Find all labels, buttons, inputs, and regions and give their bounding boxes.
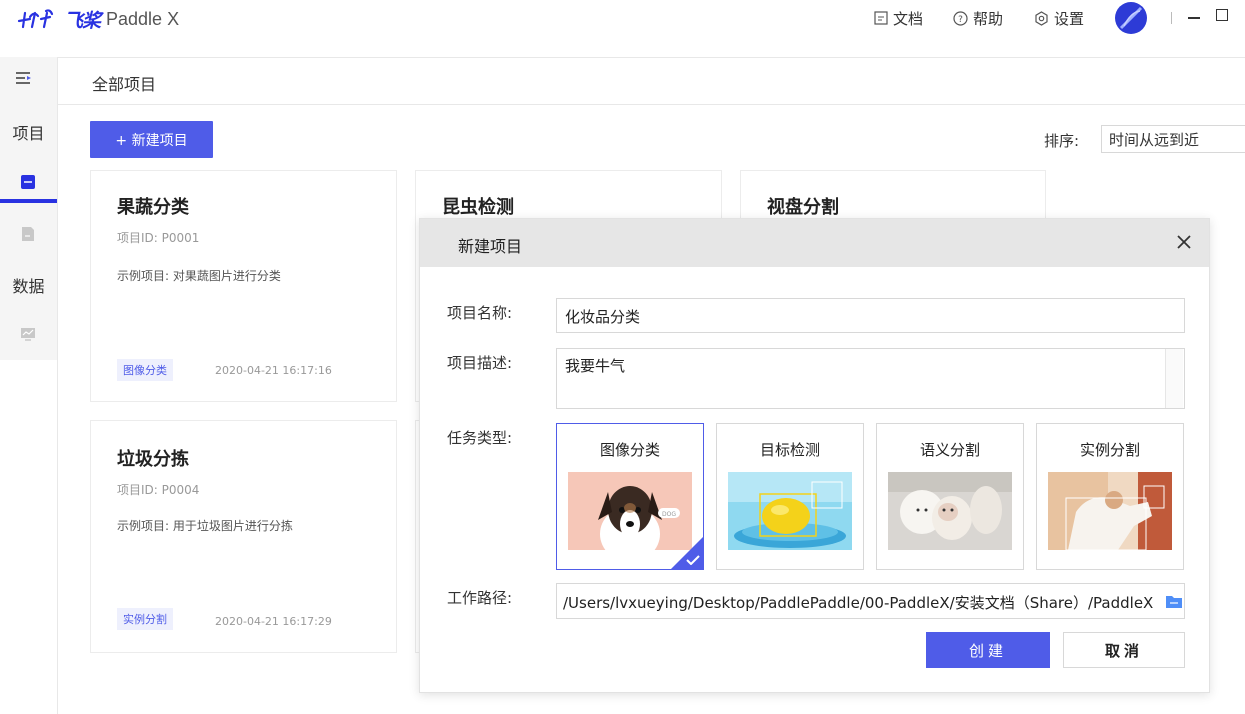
- new-project-button[interactable]: + 新建项目: [90, 121, 213, 158]
- card-title: 视盘分割: [767, 197, 839, 218]
- close-icon[interactable]: [1173, 231, 1195, 253]
- work-path-input[interactable]: /Users/lvxueying/Desktop/PaddlePaddle/00…: [556, 583, 1185, 619]
- lemon-image-icon: [728, 472, 852, 550]
- card-project-id: 项目ID: P0001: [117, 231, 200, 245]
- settings-link[interactable]: 设置: [1034, 8, 1084, 28]
- sidebar-toggle-icon[interactable]: [14, 70, 34, 88]
- docs-link[interactable]: 文档: [874, 8, 923, 28]
- svg-text:DOG: DOG: [662, 511, 676, 518]
- card-title: 垃圾分拣: [117, 449, 189, 470]
- card-task-tag: 实例分割: [117, 608, 173, 630]
- task-option-label: 图像分类: [599, 441, 660, 459]
- person-image-icon: [1048, 472, 1172, 550]
- sidebar: [0, 57, 57, 360]
- title-divider: [58, 104, 1245, 105]
- work-path-label: 工作路径:: [447, 589, 513, 607]
- card-description: 示例项目: 对果蔬图片进行分类: [117, 269, 281, 283]
- project-card[interactable]: 果蔬分类 项目ID: P0001 示例项目: 对果蔬图片进行分类 图像分类 20…: [90, 170, 397, 402]
- task-option-object-detection[interactable]: 目标检测: [716, 423, 864, 570]
- logo-text-en: Paddle X: [106, 8, 180, 29]
- check-icon: [686, 555, 700, 565]
- task-option-label: 语义分割: [919, 441, 980, 459]
- task-option-semantic-segmentation[interactable]: 语义分割: [876, 423, 1024, 570]
- task-type-label: 任务类型:: [447, 429, 513, 447]
- sidebar-divider: [57, 57, 58, 714]
- minimize-window-icon[interactable]: [1188, 17, 1200, 19]
- paddle-logo-icon: [17, 9, 54, 29]
- card-task-tag: 图像分类: [117, 359, 173, 381]
- dialog-header: 新建项目: [420, 219, 1209, 267]
- logo-text-cn: 飞桨: [64, 9, 101, 32]
- sidebar-section-data: 数据: [12, 277, 45, 296]
- project-description-label: 项目描述:: [447, 354, 513, 372]
- card-title: 昆虫检测: [442, 197, 514, 218]
- window-controls-divider: [1171, 12, 1172, 24]
- settings-gear-icon: [1035, 10, 1048, 26]
- card-date: 2020-04-21 16:17:16: [215, 364, 332, 377]
- card-date: 2020-04-21 16:17:29: [215, 615, 332, 628]
- project-name-input[interactable]: 化妆品分类: [556, 298, 1185, 333]
- header-divider: [58, 57, 1245, 58]
- avatar-image-icon: [1119, 6, 1143, 30]
- sidebar-section-projects: 项目: [12, 124, 45, 143]
- project-folder-icon[interactable]: [20, 174, 36, 190]
- create-button[interactable]: 创建: [926, 632, 1050, 668]
- new-project-dialog: 新建项目 项目名称: 化妆品分类 项目描述: 我要牛气 任务类型: 图像分类 D…: [419, 218, 1210, 693]
- app-logo: 飞桨 Paddle X: [16, 5, 179, 33]
- task-option-label: 实例分割: [1079, 441, 1140, 459]
- puppies-image-icon: [888, 472, 1012, 550]
- page-title: 全部项目: [92, 75, 157, 94]
- document-icon: [874, 11, 888, 25]
- project-description-textarea[interactable]: 我要牛气: [556, 348, 1185, 409]
- cancel-button[interactable]: 取消: [1063, 632, 1185, 668]
- card-project-id: 项目ID: P0004: [117, 483, 200, 497]
- maximize-window-icon[interactable]: [1216, 9, 1228, 21]
- description-scrollbar[interactable]: [1165, 349, 1183, 408]
- help-label: 帮助: [973, 9, 1004, 28]
- data-monitor-icon[interactable]: [20, 326, 36, 342]
- settings-label: 设置: [1054, 9, 1085, 28]
- title-bar: 飞桨 Paddle X 文档 ? 帮助 设置: [0, 0, 1245, 36]
- task-option-label: 目标检测: [759, 441, 820, 459]
- folder-icon[interactable]: [1165, 593, 1183, 609]
- help-link[interactable]: ? 帮助: [953, 8, 1003, 28]
- project-file-icon[interactable]: [20, 226, 36, 242]
- svg-text:?: ?: [958, 15, 963, 25]
- docs-label: 文档: [893, 9, 924, 28]
- sidebar-active-indicator: [0, 199, 57, 203]
- sort-label: 排序:: [1044, 132, 1080, 150]
- dialog-title: 新建项目: [458, 237, 523, 256]
- sort-select[interactable]: 时间从远到近: [1101, 125, 1245, 153]
- project-card[interactable]: 垃圾分拣 项目ID: P0004 示例项目: 用于垃圾图片进行分拣 实例分割 2…: [90, 420, 397, 653]
- card-description: 示例项目: 用于垃圾图片进行分拣: [117, 519, 293, 533]
- task-option-instance-segmentation[interactable]: 实例分割: [1036, 423, 1184, 570]
- user-avatar[interactable]: [1115, 2, 1147, 34]
- card-title: 果蔬分类: [117, 197, 189, 218]
- project-name-label: 项目名称:: [447, 304, 513, 322]
- help-icon: ?: [953, 10, 968, 26]
- task-option-image-classification[interactable]: 图像分类 DOG: [556, 423, 704, 570]
